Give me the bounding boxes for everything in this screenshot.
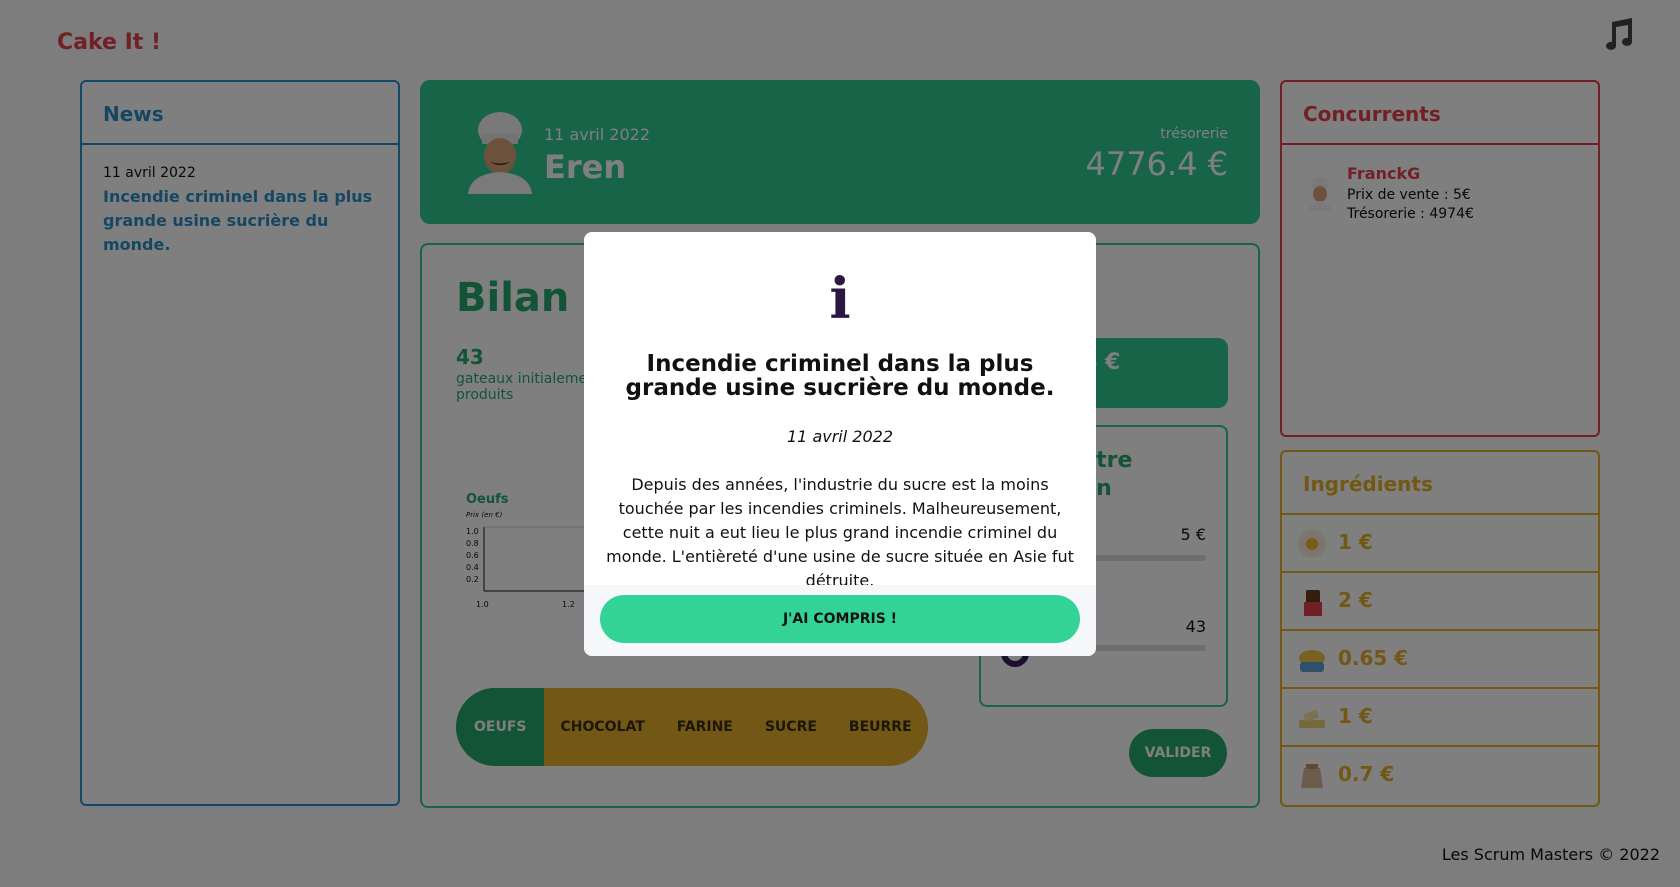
news-modal: i Incendie criminel dans la plus grande … bbox=[584, 232, 1096, 656]
modal-footer: J'AI COMPRIS ! bbox=[584, 585, 1096, 656]
modal-body: Depuis des années, l'industrie du sucre … bbox=[606, 475, 1074, 590]
understood-button[interactable]: J'AI COMPRIS ! bbox=[600, 595, 1080, 643]
info-icon: i bbox=[829, 266, 851, 332]
modal-title: Incendie criminel dans la plus grande us… bbox=[625, 351, 1055, 401]
modal-date: 11 avril 2022 bbox=[787, 427, 893, 446]
